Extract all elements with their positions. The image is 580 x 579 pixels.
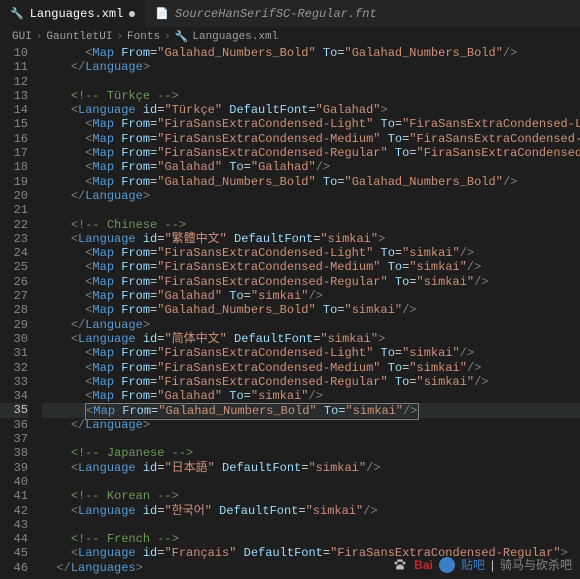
line-number: 18 xyxy=(0,160,28,174)
watermark-icon xyxy=(439,557,455,573)
breadcrumb-file[interactable]: Languages.xml xyxy=(192,31,278,43)
code-line[interactable]: <Language id="简体中文" DefaultFont="simkai"… xyxy=(42,332,580,346)
line-number: 23 xyxy=(0,232,28,246)
line-number: 10 xyxy=(0,46,28,60)
line-number: 31 xyxy=(0,346,28,360)
breadcrumb-part[interactable]: GauntletUI xyxy=(46,31,112,43)
line-number: 14 xyxy=(0,103,28,117)
line-number: 22 xyxy=(0,218,28,232)
line-number: 42 xyxy=(0,504,28,518)
line-number: 15 xyxy=(0,117,28,131)
line-number: 24 xyxy=(0,246,28,260)
tab-1[interactable]: 📄 SourceHanSerifSC-Regular.fnt xyxy=(145,0,386,27)
modified-dot-icon xyxy=(129,11,135,17)
code-line[interactable]: <Language id="Türkçe" DefaultFont="Galah… xyxy=(42,103,580,117)
line-number: 45 xyxy=(0,546,28,560)
breadcrumb: GUI›GauntletUI›Fonts›🔧Languages.xml xyxy=(0,28,580,46)
line-number: 28 xyxy=(0,303,28,317)
code-line[interactable]: <Map From="FiraSansExtraCondensed-Regula… xyxy=(42,146,580,160)
line-number: 34 xyxy=(0,389,28,403)
watermark-brand: Bai xyxy=(414,558,433,572)
file-icon: 📄 xyxy=(155,7,169,21)
code-line[interactable]: <Map From="FiraSansExtraCondensed-Medium… xyxy=(42,260,580,274)
line-number: 16 xyxy=(0,132,28,146)
code-line[interactable]: <Map From="Galahad_Numbers_Bold" To="sim… xyxy=(42,303,580,317)
line-number: 41 xyxy=(0,489,28,503)
line-number: 35 xyxy=(0,403,28,417)
code-line[interactable]: </Language> xyxy=(42,318,580,332)
code-line[interactable]: <!-- Japanese --> xyxy=(42,446,580,460)
tab-bar: 🔧 Languages.xml 📄 SourceHanSerifSC-Regular.… xyxy=(0,0,580,28)
code-line[interactable]: <Map From="Galahad_Numbers_Bold" To="Gal… xyxy=(42,46,580,60)
line-number: 13 xyxy=(0,89,28,103)
watermark: Bai 贴吧 | 骑马与砍杀吧 xyxy=(392,556,572,573)
code-line[interactable] xyxy=(42,432,580,446)
line-number: 20 xyxy=(0,189,28,203)
line-number: 40 xyxy=(0,475,28,489)
chevron-right-icon: › xyxy=(36,31,43,43)
code-line[interactable]: <Map From="Galahad" To="Galahad"/> xyxy=(42,160,580,174)
line-number: 29 xyxy=(0,318,28,332)
line-gutter: 1011121314151617181920212223242526272829… xyxy=(0,46,42,579)
code-line[interactable] xyxy=(42,75,580,89)
file-icon: 🔧 xyxy=(175,30,189,44)
code-line[interactable]: <Map From="Galahad" To="simkai"/> xyxy=(42,389,580,403)
code-line[interactable]: </Language> xyxy=(42,189,580,203)
line-number: 30 xyxy=(0,332,28,346)
breadcrumb-part[interactable]: GUI xyxy=(12,31,32,43)
line-number: 37 xyxy=(0,432,28,446)
code-line[interactable]: <Language id="한국어" DefaultFont="simkai"/… xyxy=(42,504,580,518)
code-line[interactable]: <Map From="FiraSansExtraCondensed-Regula… xyxy=(42,275,580,289)
code-line[interactable]: <!-- Chinese --> xyxy=(42,218,580,232)
watermark-brand2: 贴吧 xyxy=(461,556,485,573)
code-line[interactable] xyxy=(42,475,580,489)
line-number: 27 xyxy=(0,289,28,303)
code-line[interactable]: <Map From="Galahad_Numbers_Bold" To="sim… xyxy=(42,403,580,417)
line-number: 19 xyxy=(0,175,28,189)
line-number: 36 xyxy=(0,418,28,432)
code-line[interactable]: <Map From="FiraSansExtraCondensed-Medium… xyxy=(42,132,580,146)
line-number: 11 xyxy=(0,60,28,74)
watermark-divider: | xyxy=(491,558,494,572)
code-line[interactable]: </Language> xyxy=(42,418,580,432)
code-line[interactable]: <Map From="Galahad" To="simkai"/> xyxy=(42,289,580,303)
tab-label: Languages.xml xyxy=(30,7,124,21)
code-line[interactable]: <!-- French --> xyxy=(42,532,580,546)
code-line[interactable]: <Map From="FiraSansExtraCondensed-Light"… xyxy=(42,346,580,360)
line-number: 39 xyxy=(0,461,28,475)
line-number: 32 xyxy=(0,361,28,375)
tab-label: SourceHanSerifSC-Regular.fnt xyxy=(175,7,377,21)
code-line[interactable]: <Map From="FiraSansExtraCondensed-Medium… xyxy=(42,361,580,375)
code-line[interactable]: <!-- Türkçe --> xyxy=(42,89,580,103)
code-line[interactable]: <!-- Korean --> xyxy=(42,489,580,503)
code-area[interactable]: <Map From="Galahad_Numbers_Bold" To="Gal… xyxy=(42,46,580,579)
line-number: 38 xyxy=(0,446,28,460)
code-line[interactable]: <Map From="Galahad_Numbers_Bold" To="Gal… xyxy=(42,175,580,189)
code-line[interactable]: <Map From="FiraSansExtraCondensed-Light"… xyxy=(42,246,580,260)
tab-0[interactable]: 🔧 Languages.xml xyxy=(0,0,145,27)
line-number: 17 xyxy=(0,146,28,160)
code-line[interactable] xyxy=(42,518,580,532)
code-editor[interactable]: 1011121314151617181920212223242526272829… xyxy=(0,46,580,579)
watermark-text: 骑马与砍杀吧 xyxy=(500,556,572,573)
chevron-right-icon: › xyxy=(116,31,123,43)
code-line[interactable]: <Map From="FiraSansExtraCondensed-Regula… xyxy=(42,375,580,389)
file-icon: 🔧 xyxy=(10,7,24,21)
code-line[interactable]: </Language> xyxy=(42,60,580,74)
chevron-right-icon: › xyxy=(164,31,171,43)
code-line[interactable]: <Language id="繁體中文" DefaultFont="simkai"… xyxy=(42,232,580,246)
line-number: 33 xyxy=(0,375,28,389)
code-line[interactable] xyxy=(42,203,580,217)
line-number: 26 xyxy=(0,275,28,289)
line-number: 25 xyxy=(0,260,28,274)
breadcrumb-part[interactable]: Fonts xyxy=(127,31,160,43)
line-number: 46 xyxy=(0,561,28,575)
paw-icon xyxy=(392,557,408,573)
line-number: 21 xyxy=(0,203,28,217)
line-number: 12 xyxy=(0,75,28,89)
code-line[interactable]: <Map From="FiraSansExtraCondensed-Light"… xyxy=(42,117,580,131)
line-number: 43 xyxy=(0,518,28,532)
line-number: 44 xyxy=(0,532,28,546)
code-line[interactable]: <Language id="日本語" DefaultFont="simkai"/… xyxy=(42,461,580,475)
